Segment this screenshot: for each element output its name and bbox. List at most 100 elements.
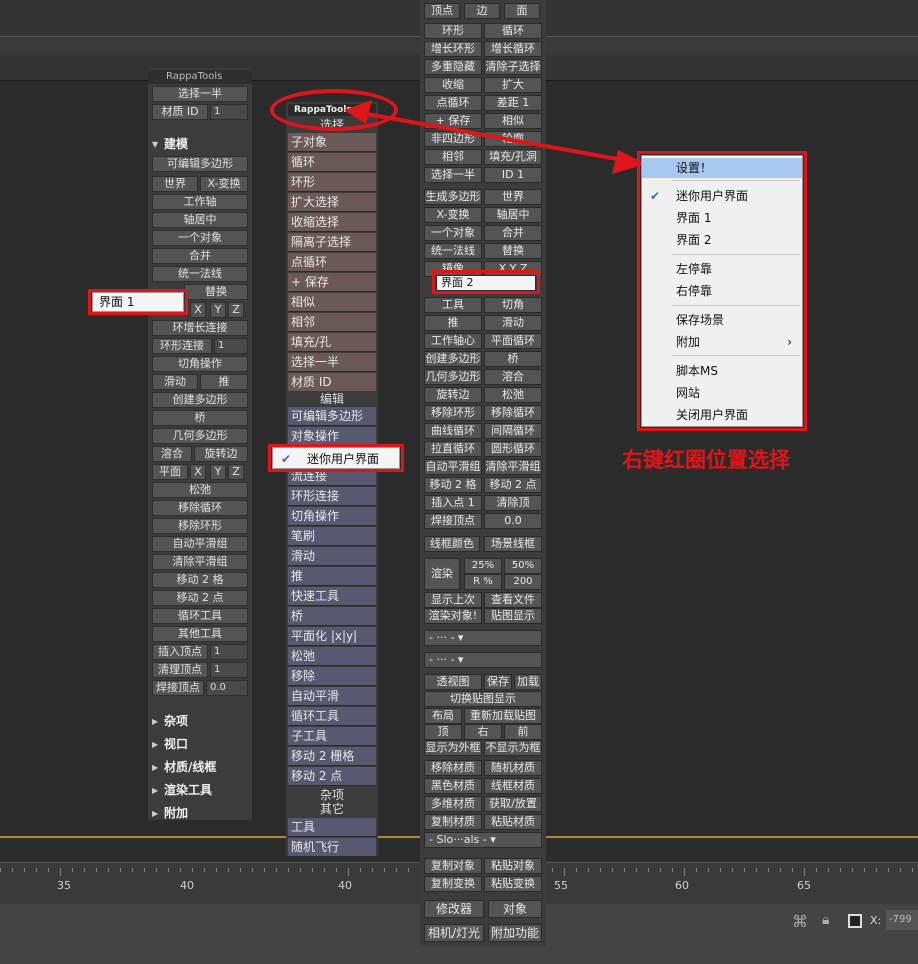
hide-outer-button[interactable]: 不显示为框 — [484, 740, 542, 756]
right-tool-button[interactable]: 移除循环 — [484, 405, 542, 421]
left-tool-button[interactable]: 合并 — [152, 248, 248, 264]
right-tool-button[interactable]: 扩大 — [484, 77, 542, 93]
select-list-item[interactable]: 收缩选择 — [288, 213, 376, 232]
tools-item[interactable]: 工具 — [288, 818, 376, 837]
left-tool-button[interactable]: Z — [228, 464, 244, 480]
right-tool-button[interactable]: 相似 — [484, 113, 542, 129]
left-tool-button[interactable]: 几何多边形 — [152, 428, 248, 444]
switch-map-button[interactable]: 切换贴图显示 — [424, 691, 542, 707]
select-list-item[interactable]: 环形 — [288, 173, 376, 192]
material-button[interactable]: 获取/放置 — [484, 796, 542, 812]
render-option[interactable]: R % — [464, 574, 502, 590]
right-tool-button[interactable]: 替换 — [484, 243, 542, 259]
material-button[interactable]: 黑色材质 — [424, 778, 482, 794]
right-tool-button[interactable]: 环形 — [424, 23, 482, 39]
right-tool-button[interactable]: 曲线循环 — [424, 423, 482, 439]
right-tool-button[interactable]: 世界 — [484, 189, 542, 205]
left-section-header[interactable]: 杂项 — [164, 712, 188, 730]
right-tool-button[interactable]: 几何多边形 — [424, 369, 482, 385]
edit-list-item[interactable]: 松弛 — [288, 647, 376, 666]
right-tool-button[interactable]: 选择一半 — [424, 167, 482, 183]
snap-icon[interactable]: ⌘ — [792, 912, 808, 931]
left-tool-button[interactable]: 移除循环 — [152, 500, 248, 516]
reload-map-button[interactable]: 重新加载贴图 — [464, 708, 542, 724]
left-tool-button[interactable]: 桥 — [152, 410, 248, 426]
left-tool-button[interactable]: 工作轴 — [152, 194, 248, 210]
right-tool-button[interactable]: 0.0 — [484, 513, 542, 529]
right-tool-button[interactable]: 松弛 — [484, 387, 542, 403]
select-list-item[interactable]: 扩大选择 — [288, 193, 376, 212]
left-section-header[interactable]: 材质/线框 — [164, 758, 216, 776]
left-tool-button[interactable]: 环形连接 — [152, 338, 212, 354]
edit-list-item[interactable]: 快速工具 — [288, 587, 376, 606]
left-tool-button[interactable]: 清理顶点 — [152, 662, 208, 678]
left-tool-button[interactable]: 1 — [210, 644, 248, 660]
right-tool-button[interactable]: 增长环形 — [424, 41, 482, 57]
render-option[interactable]: 25% — [464, 558, 502, 574]
scene-wire-button[interactable]: 场景线框 — [484, 536, 542, 552]
right-tool-button[interactable]: + 保存 — [424, 113, 482, 129]
left-tool-button[interactable]: 旋转边 — [194, 446, 248, 462]
edit-list-item[interactable]: 滑动 — [288, 547, 376, 566]
material-button[interactable]: 随机材质 — [484, 760, 542, 776]
view-button[interactable]: 右 — [464, 724, 502, 740]
paste-transform-button[interactable]: 粘贴变换 — [484, 876, 542, 892]
left-panel-title[interactable]: RappaTools — [148, 70, 252, 84]
left-tool-button[interactable]: 滑动 — [152, 374, 198, 390]
left-tool-button[interactable]: 移动 2 格 — [152, 572, 248, 588]
right-tool-button[interactable]: 插入点 1 — [424, 495, 482, 511]
view-button[interactable]: 顶 — [424, 724, 462, 740]
right-tool-button[interactable]: 桥 — [484, 351, 542, 367]
left-tool-button[interactable]: 移动 2 点 — [152, 590, 248, 606]
select-list-item[interactable]: 子对象 — [288, 133, 376, 152]
right-tool-button[interactable]: 循环 — [484, 23, 542, 39]
expand-triangle-icon[interactable]: ▶ — [152, 809, 158, 818]
select-list-item[interactable]: 相似 — [288, 293, 376, 312]
modeling-header[interactable]: 建模 — [164, 135, 188, 153]
select-list-item[interactable]: 选择一半 — [288, 353, 376, 372]
render-button[interactable]: 渲染 — [424, 558, 460, 590]
right-tool-button[interactable]: 移除环形 — [424, 405, 482, 421]
expand-triangle-icon[interactable]: ▶ — [152, 717, 158, 726]
right-tool-button[interactable]: X-变换 — [424, 207, 482, 223]
left-tool-button[interactable]: 可编辑多边形 — [152, 156, 248, 172]
right-tool-button[interactable]: 增长循环 — [484, 41, 542, 57]
right-tool-button[interactable]: 差距 1 — [484, 95, 542, 111]
select-list-item[interactable]: 填充/孔 — [288, 333, 376, 352]
left-tool-button[interactable]: 统一法线 — [152, 266, 248, 282]
edit-list-item[interactable]: 推 — [288, 567, 376, 586]
select-list-item[interactable]: 隔离子选择 — [288, 233, 376, 252]
wire-color-button[interactable]: 线框颜色 — [424, 536, 480, 552]
right-tool-button[interactable]: 旋转边 — [424, 387, 482, 403]
left-tool-button[interactable]: 移除环形 — [152, 518, 248, 534]
left-tool-button[interactable]: 自动平滑组 — [152, 536, 248, 552]
right-tool-button[interactable]: 移动 2 点 — [484, 477, 542, 493]
right-tool-button[interactable]: 工作轴心 — [424, 333, 482, 349]
show-last-button[interactable]: 显示上次 — [424, 592, 482, 608]
edit-list-item[interactable]: 可编辑多边形 — [288, 407, 376, 426]
view-button[interactable]: 前 — [504, 724, 542, 740]
right-tool-button[interactable]: ID 1 — [484, 167, 542, 183]
right-tool-button[interactable]: 创建多边形 — [424, 351, 482, 367]
left-tool-button[interactable]: 环增长连接 — [152, 320, 248, 336]
right-tool-button[interactable]: 圆形循环 — [484, 441, 542, 457]
left-tool-button[interactable]: 松弛 — [152, 482, 248, 498]
material-button[interactable]: 多维材质 — [424, 796, 482, 812]
render-option[interactable]: 50% — [504, 558, 542, 574]
edit-list-item[interactable]: 自动平滑 — [288, 687, 376, 706]
select-list-item[interactable]: 材质 ID — [288, 373, 376, 392]
left-tool-button[interactable]: 轴居中 — [152, 212, 248, 228]
camera-light-button[interactable]: 相机/灯光 — [424, 924, 484, 942]
left-tool-button[interactable]: 替换 — [184, 284, 248, 300]
load-view-button[interactable]: 加载 — [514, 674, 542, 690]
left-tool-button[interactable]: 世界 — [152, 176, 198, 192]
right-tool-button[interactable]: 切角 — [484, 297, 542, 313]
right-tool-button[interactable]: 清除子选择 — [484, 59, 542, 75]
random-fly-item[interactable]: 随机飞行 — [288, 838, 376, 857]
right-tool-button[interactable]: 收缩 — [424, 77, 482, 93]
expand-triangle-icon[interactable]: ▶ — [152, 740, 158, 749]
modifier-button[interactable]: 修改器 — [424, 900, 484, 918]
component-mode-button[interactable]: 顶点 — [424, 3, 460, 19]
right-tool-button[interactable]: 溶合 — [484, 369, 542, 385]
map-show-button[interactable]: 贴图显示 — [484, 608, 542, 624]
